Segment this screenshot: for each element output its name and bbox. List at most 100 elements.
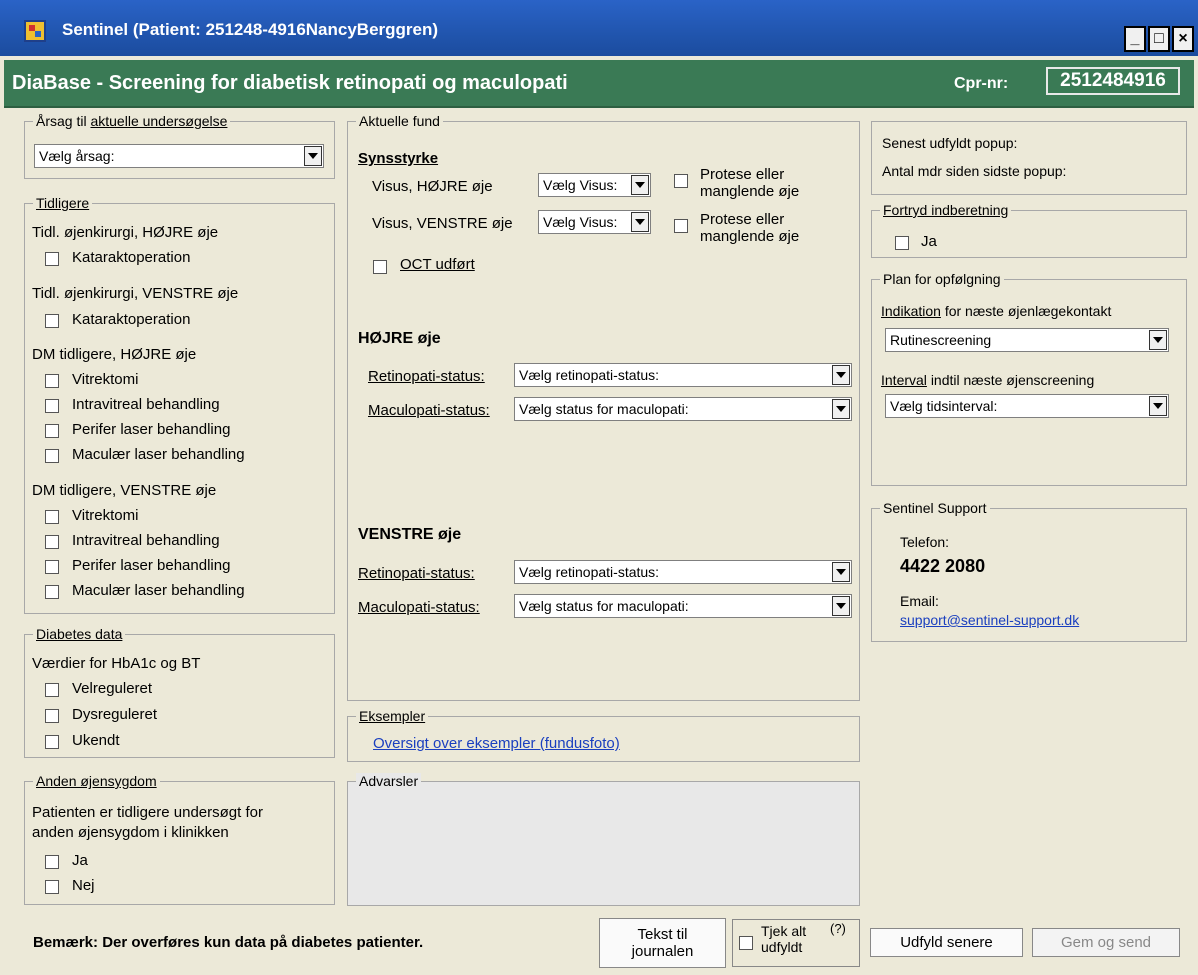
visus-right-select[interactable]: Vælg Visus: [538,173,651,197]
window-title: Sentinel (Patient: 251248-4916NancyBergg… [62,20,439,39]
chevron-down-icon[interactable] [832,365,850,385]
other-eye-yes-checkbox[interactable] [45,855,59,869]
chevron-down-icon[interactable] [1149,330,1167,350]
visus-left-label: Visus, VENSTRE øje [372,215,513,232]
plan-group: Plan for opfølgning Indikation for næste… [871,271,1187,486]
page-title: DiaBase - Screening for diabetisk retino… [12,72,568,94]
cataract-right-checkbox[interactable] [45,252,59,266]
warnings-group-label: Advarsler [356,773,422,789]
vitrectomy-left-checkbox[interactable] [45,510,59,524]
maculo-right-label[interactable]: Maculopati-status: [368,402,490,419]
last-popup-label: Senest udfyldt popup: [882,135,1018,151]
peripheral-laser-left-label: Perifer laser behandling [72,557,231,574]
maximize-button[interactable]: □ [1148,26,1170,52]
chevron-down-icon[interactable] [832,399,850,419]
wellregulated-checkbox[interactable] [45,683,59,697]
macular-laser-right-checkbox[interactable] [45,449,59,463]
interval-select[interactable]: Vælg tidsinterval: [885,394,1169,418]
previous-group-label[interactable]: Tidligere [33,195,93,211]
visus-left-value: Vælg Visus: [543,214,618,230]
help-icon[interactable]: (?) [830,921,846,936]
undo-group-label[interactable]: Fortryd indberetning [880,202,1012,218]
other-eye-no-label: Nej [72,877,95,894]
prosthesis-left-line2: manglende øje [700,228,800,245]
vision-heading: Synsstyrke [358,150,439,167]
email-label: Email: [900,593,939,609]
interval-label-a[interactable]: Interval [881,372,927,388]
findings-group: Aktuelle fund Synsstyrke Visus, HØJRE øj… [347,113,860,701]
visus-left-select[interactable]: Vælg Visus: [538,210,651,234]
indication-select-value: Rutinescreening [890,332,992,348]
maculo-left-select[interactable]: Vælg status for maculopati: [514,594,852,618]
maculo-left-label[interactable]: Maculopati-status: [358,599,480,616]
peripheral-laser-right-checkbox[interactable] [45,424,59,438]
cataract-left-checkbox[interactable] [45,314,59,328]
indication-select[interactable]: Rutinescreening [885,328,1169,352]
fill-later-button[interactable]: Udfyld senere [870,928,1023,957]
reason-select[interactable]: Vælg årsag: [34,144,324,168]
visus-right-value: Vælg Visus: [543,177,618,193]
diabetes-group-label[interactable]: Diabetes data [33,626,126,642]
right-eye-heading: HØJRE øje [358,330,441,347]
indication-label-b: for næste øjenlægekontakt [944,303,1112,319]
cataract-right-label: Kataraktoperation [72,249,191,266]
intravitreal-right-label: Intravitreal behandling [72,396,220,413]
save-send-button[interactable]: Gem og send [1032,928,1180,957]
app-header: DiaBase - Screening for diabetisk retino… [4,60,1194,108]
interval-label-b: indtil næste øjenscreening [930,372,1095,388]
indication-label: Indikation for næste øjenlægekontakt [881,303,1111,319]
chevron-down-icon[interactable] [1149,396,1167,416]
check-all-label: Tjek alt udfyldt [761,923,806,955]
minimize-button[interactable]: _ [1124,26,1146,52]
chevron-down-icon[interactable] [631,212,649,232]
oct-checkbox[interactable] [373,260,387,274]
retino-right-label[interactable]: Retinopati-status: [368,368,485,385]
maculo-right-select[interactable]: Vælg status for maculopati: [514,397,852,421]
text-to-journal-button[interactable]: Tekst til journalen [599,918,726,968]
reason-group: Årsag til aktuelle undersøgelse Vælg års… [24,113,335,179]
maculo-left-value: Vælg status for maculopati: [519,598,689,614]
dm-left-label: DM tidligere, VENSTRE øje [32,482,217,499]
previous-group: Tidligere Tidl. øjenkirurgi, HØJRE øje K… [24,195,335,614]
oct-label[interactable]: OCT udført [400,256,475,273]
chevron-down-icon[interactable] [832,562,850,582]
surgery-right-label: Tidl. øjenkirurgi, HØJRE øje [32,224,219,241]
indication-label-a[interactable]: Indikation [881,303,941,319]
macular-laser-left-checkbox[interactable] [45,585,59,599]
intravitreal-right-checkbox[interactable] [45,399,59,413]
retino-left-select[interactable]: Vælg retinopati-status: [514,560,852,584]
undo-group: Fortryd indberetning Ja [871,202,1187,258]
other-eye-group-label[interactable]: Anden øjensygdom [33,773,160,789]
prosthesis-left-checkbox[interactable] [674,219,688,233]
other-eye-no-checkbox[interactable] [45,880,59,894]
vitrectomy-left-label: Vitrektomi [72,507,139,524]
reason-label-a: Årsag til [36,113,87,129]
peripheral-laser-left-checkbox[interactable] [45,560,59,574]
intravitreal-left-checkbox[interactable] [45,535,59,549]
reason-select-value: Vælg årsag: [39,148,115,164]
undo-yes-checkbox[interactable] [895,236,909,250]
support-email-link[interactable]: support@sentinel-support.dk [900,612,1079,628]
unknown-checkbox[interactable] [45,735,59,749]
prosthesis-right-line2: manglende øje [700,183,800,200]
prosthesis-right-checkbox[interactable] [674,174,688,188]
vitrectomy-right-label: Vitrektomi [72,371,139,388]
wellregulated-label: Velreguleret [72,680,153,697]
reason-label-b[interactable]: aktuelle undersøgelse [90,113,227,129]
warnings-group: Advarsler [347,773,860,906]
close-button[interactable]: × [1172,26,1194,52]
check-all-checkbox[interactable] [739,936,753,950]
check-all-line2: udfyldt [761,939,803,955]
retino-left-label[interactable]: Retinopati-status: [358,565,475,582]
retino-right-select[interactable]: Vælg retinopati-status: [514,363,852,387]
cataract-left-label: Kataraktoperation [72,311,191,328]
examples-link[interactable]: Oversigt over eksempler (fundusfoto) [373,735,620,752]
cpr-label: Cpr-nr: [954,75,1009,92]
examples-group-label[interactable]: Eksempler [356,708,429,724]
chevron-down-icon[interactable] [631,175,649,195]
chevron-down-icon[interactable] [832,596,850,616]
retino-left-value: Vælg retinopati-status: [519,564,660,580]
chevron-down-icon[interactable] [304,146,322,166]
dysregulated-checkbox[interactable] [45,709,59,723]
vitrectomy-right-checkbox[interactable] [45,374,59,388]
